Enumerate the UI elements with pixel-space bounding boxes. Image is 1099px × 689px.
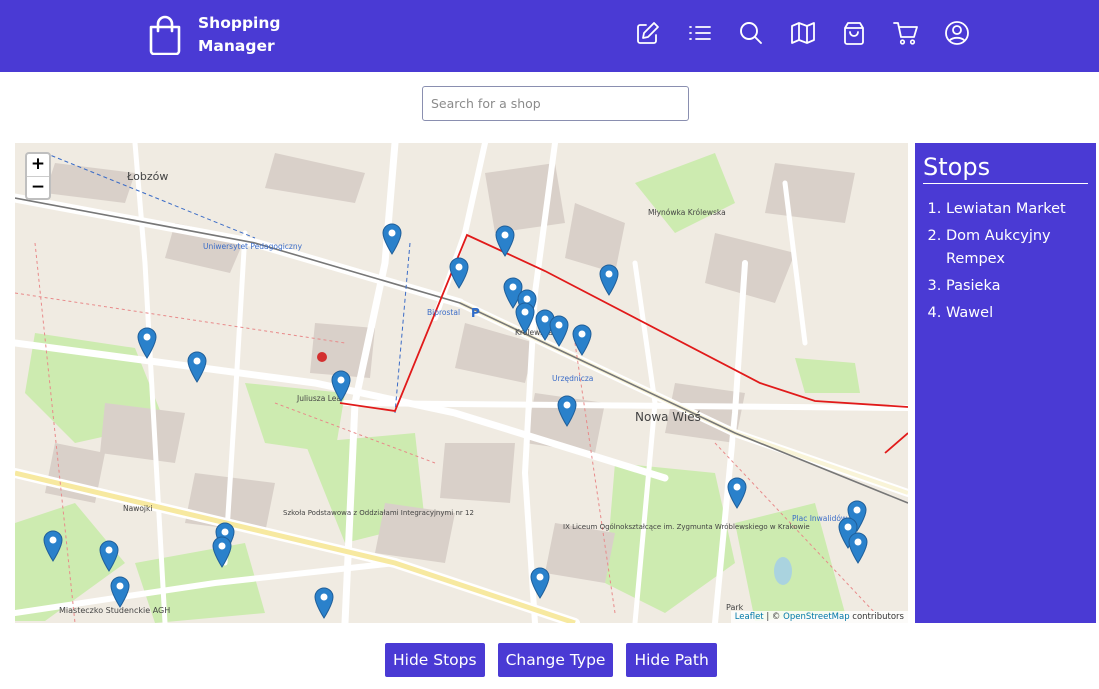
stop-item[interactable]: Lewiatan Market bbox=[946, 198, 1088, 221]
shopping-bag-logo-icon bbox=[149, 15, 181, 55]
map-icon[interactable] bbox=[789, 19, 817, 47]
hide-stops-button[interactable]: Hide Stops bbox=[385, 643, 485, 677]
map-label-biprostal: Bipro­stal bbox=[427, 308, 460, 317]
map-label-lobzow: Łobzów bbox=[126, 170, 168, 183]
map-label-mlynowka: Młynówka Królewska bbox=[648, 208, 726, 217]
osm-link[interactable]: OpenStreetMap bbox=[783, 612, 849, 622]
top-navbar: Shopping Manager bbox=[0, 0, 1099, 72]
map-label-nowa-wies: Nowa Wieś bbox=[635, 410, 701, 424]
hospital-icon bbox=[317, 352, 327, 362]
map-marker-icon[interactable] bbox=[137, 327, 157, 359]
map-marker-icon[interactable] bbox=[382, 223, 402, 255]
map-marker-icon[interactable] bbox=[557, 395, 577, 427]
map-label-ix-liceum: IX Liceum Ogólnokształcące im. Zygmunta … bbox=[563, 523, 810, 531]
attribution-tail: contributors bbox=[849, 612, 904, 622]
zoom-in-button[interactable]: + bbox=[27, 154, 49, 176]
change-type-button[interactable]: Change Type bbox=[497, 643, 614, 677]
app-title-line2: Manager bbox=[198, 37, 275, 55]
edit-icon[interactable] bbox=[634, 19, 662, 47]
map-marker-icon[interactable] bbox=[43, 530, 63, 562]
stop-item[interactable]: Pasieka bbox=[946, 275, 1088, 298]
map-marker-icon[interactable] bbox=[495, 225, 515, 257]
map-attribution: Leaflet | © OpenStreetMap contributors bbox=[730, 611, 908, 623]
shopping-bag-icon[interactable] bbox=[840, 19, 868, 47]
app-title-line1: Shopping bbox=[198, 14, 281, 32]
map[interactable]: Łobzów Nowa Wieś Juliusza Lea Królewska … bbox=[15, 143, 908, 623]
hide-path-button[interactable]: Hide Path bbox=[626, 643, 717, 677]
search-icon[interactable] bbox=[737, 19, 765, 47]
map-marker-icon[interactable] bbox=[515, 302, 535, 334]
cart-icon[interactable] bbox=[892, 19, 920, 47]
stops-title: Stops bbox=[923, 153, 1088, 184]
stop-item[interactable]: Dom Aukcyjny Rempex bbox=[946, 225, 1088, 271]
app-title: Shopping Manager bbox=[198, 12, 280, 58]
map-marker-icon[interactable] bbox=[572, 324, 592, 356]
nav-icons bbox=[634, 19, 995, 47]
parking-icon: P bbox=[471, 306, 480, 320]
attribution-separator: | © bbox=[763, 612, 784, 622]
action-bar: Hide Stops Change Type Hide Path bbox=[385, 643, 730, 677]
map-marker-icon[interactable] bbox=[530, 567, 550, 599]
stops-list: Lewiatan Market Dom Aukcyjny Rempex Pasi… bbox=[923, 198, 1088, 325]
zoom-out-button[interactable]: − bbox=[27, 176, 49, 198]
map-marker-icon[interactable] bbox=[449, 257, 469, 289]
stops-panel: Stops Lewiatan Market Dom Aukcyjny Rempe… bbox=[915, 143, 1096, 623]
map-label-uniwersytet: Uniwersytet Pedagogiczny bbox=[203, 242, 303, 251]
map-marker-icon[interactable] bbox=[99, 540, 119, 572]
map-marker-icon[interactable] bbox=[212, 536, 232, 568]
map-label-school-12: Szkoła Podstawowa z Oddziałami Integracy… bbox=[283, 509, 474, 517]
map-marker-icon[interactable] bbox=[187, 351, 207, 383]
brand[interactable]: Shopping Manager bbox=[148, 12, 280, 58]
zoom-control: + − bbox=[25, 152, 51, 200]
map-marker-icon[interactable] bbox=[848, 532, 868, 564]
shop-search-input[interactable] bbox=[422, 86, 689, 121]
leaflet-link[interactable]: Leaflet bbox=[735, 612, 764, 622]
list-icon[interactable] bbox=[686, 19, 714, 47]
map-marker-icon[interactable] bbox=[110, 576, 130, 608]
map-marker-icon[interactable] bbox=[331, 370, 351, 402]
map-label-urzednicza: Urzędnicza bbox=[552, 374, 593, 383]
map-label-nawojki: Nawojki bbox=[123, 504, 152, 513]
map-marker-icon[interactable] bbox=[599, 264, 619, 296]
map-marker-icon[interactable] bbox=[314, 587, 334, 619]
map-tiles[interactable]: Łobzów Nowa Wieś Juliusza Lea Królewska … bbox=[15, 143, 908, 623]
stop-item[interactable]: Wawel bbox=[946, 302, 1088, 325]
user-icon[interactable] bbox=[943, 19, 971, 47]
map-marker-icon[interactable] bbox=[727, 477, 747, 509]
map-marker-icon[interactable] bbox=[549, 315, 569, 347]
